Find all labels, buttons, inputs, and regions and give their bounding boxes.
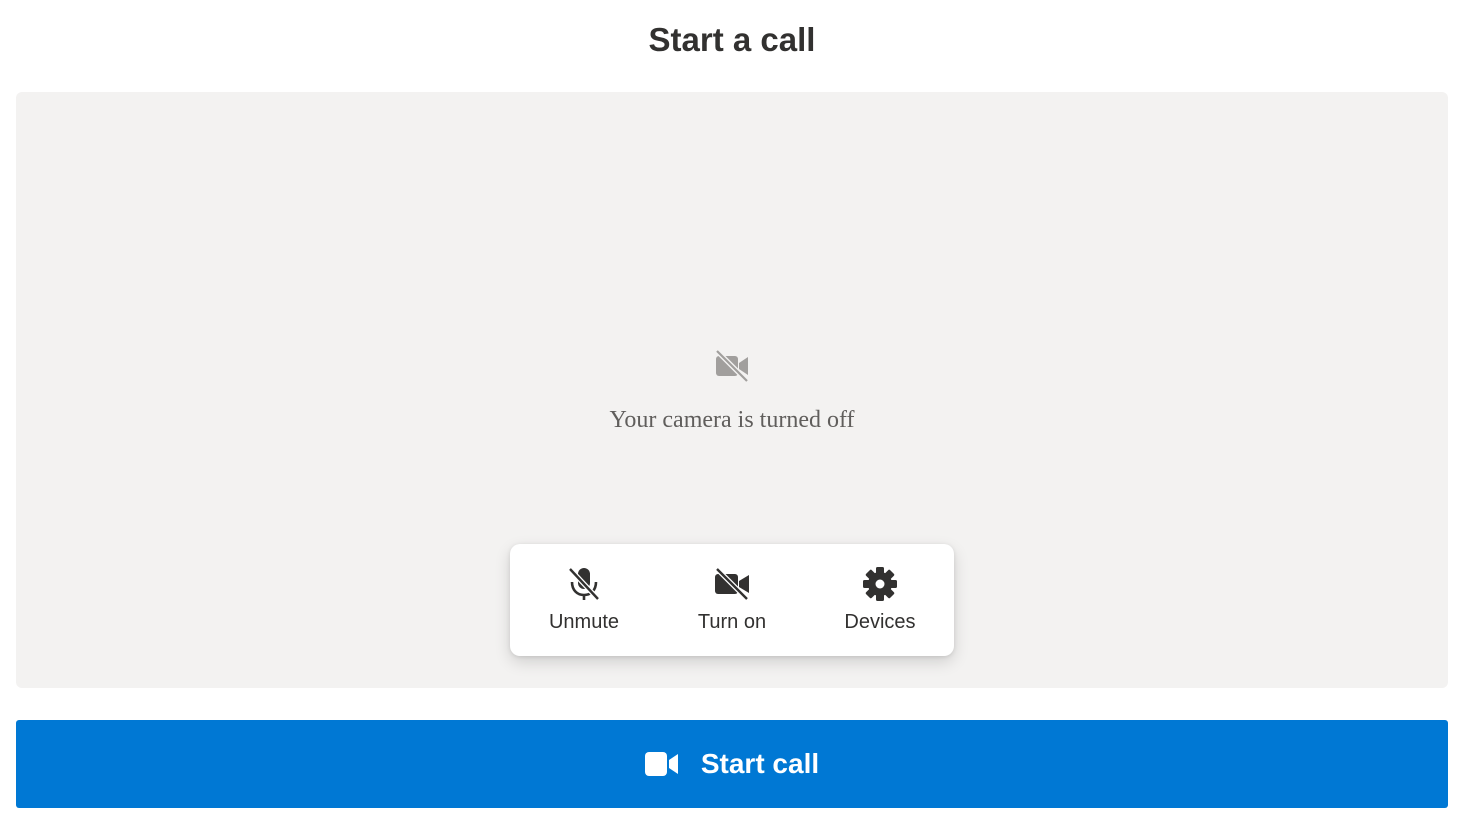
unmute-label: Unmute — [548, 611, 620, 633]
camera-off-message: Your camera is turned off — [609, 407, 855, 433]
page-title: Start a call — [648, 21, 816, 58]
gear-icon — [863, 567, 897, 601]
camera-off-icon — [715, 349, 749, 383]
turn-on-label: Turn on — [697, 611, 767, 633]
start-call-button[interactable]: Start call — [16, 720, 1448, 808]
video-camera-icon — [644, 752, 678, 776]
turn-on-camera-button[interactable]: Turn on — [667, 544, 797, 656]
call-setup-page: Start a call Your camera is turned off U… — [0, 0, 1464, 824]
camera-off-icon — [715, 567, 749, 601]
start-call-label: Start call — [700, 748, 820, 779]
devices-button[interactable]: Devices — [815, 544, 945, 656]
unmute-button[interactable]: Unmute — [519, 544, 649, 656]
microphone-off-icon — [568, 567, 600, 601]
device-controls-bar: Unmute Turn on Devices — [510, 544, 954, 656]
devices-label: Devices — [844, 611, 916, 633]
